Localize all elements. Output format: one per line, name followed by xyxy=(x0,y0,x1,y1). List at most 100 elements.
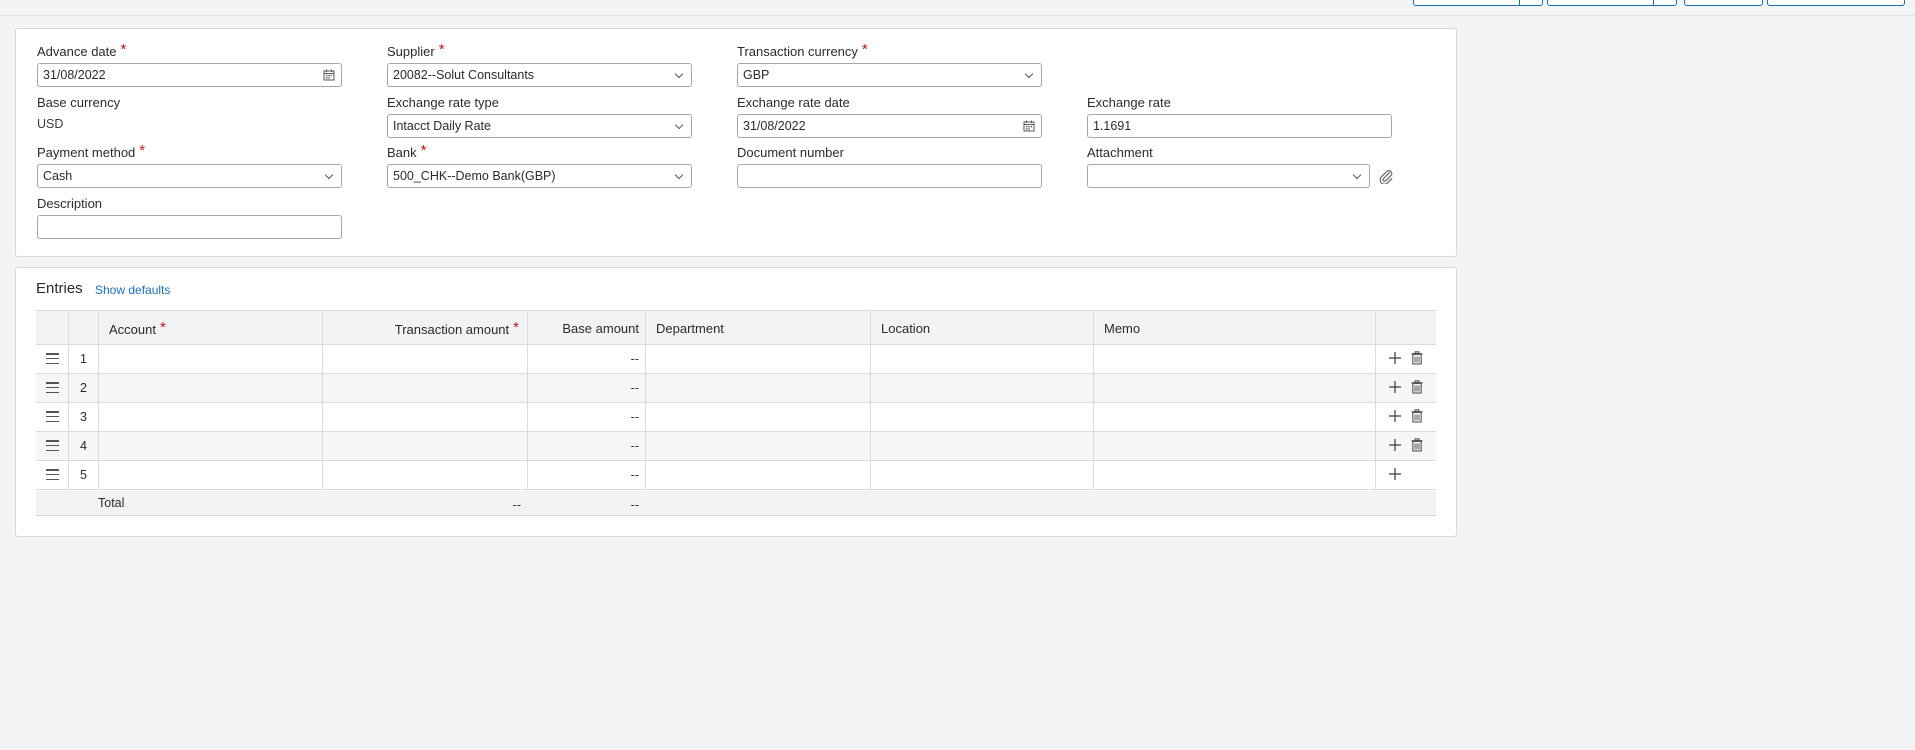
col-memo[interactable]: Memo xyxy=(1093,311,1375,344)
row-number: 3 xyxy=(80,410,87,424)
bank-select[interactable]: 500_CHK--Demo Bank(GBP) xyxy=(387,164,692,188)
department-cell[interactable] xyxy=(645,345,870,373)
delete-row-icon[interactable] xyxy=(1410,438,1424,452)
base-amount-value: -- xyxy=(630,439,639,453)
location-cell[interactable] xyxy=(870,461,1093,489)
attachment-select[interactable] xyxy=(1087,164,1370,188)
drag-handle-icon[interactable] xyxy=(46,469,59,481)
table-row: 5 -- xyxy=(36,461,1436,490)
memo-cell[interactable] xyxy=(1093,461,1375,489)
location-cell[interactable] xyxy=(870,345,1093,373)
toolbar-split-button-1[interactable] xyxy=(1413,0,1543,6)
supplier-select[interactable]: 20082--Solut Consultants xyxy=(387,63,692,87)
toolbar-button-3[interactable] xyxy=(1684,0,1763,6)
advance-date-label: Advance date xyxy=(37,44,117,59)
location-cell[interactable] xyxy=(870,403,1093,431)
calendar-icon[interactable] xyxy=(323,69,335,81)
exchange-rate-date-label: Exchange rate date xyxy=(737,95,850,110)
chevron-down-icon xyxy=(1352,170,1362,180)
supplier-field: Supplier * 20082--Solut Consultants xyxy=(387,42,692,87)
entries-title: Entries xyxy=(36,280,83,297)
exchange-rate-date-input[interactable]: 31/08/2022 xyxy=(737,114,1042,138)
col-transaction-amount[interactable]: Transaction amount * xyxy=(322,311,527,344)
base-amount-cell: -- xyxy=(527,345,645,373)
transaction-amount-cell[interactable] xyxy=(322,432,527,460)
transaction-currency-label: Transaction currency xyxy=(737,44,858,59)
attachment-label: Attachment xyxy=(1087,145,1153,160)
grid-header: Account * Transaction amount * Base amount… xyxy=(36,310,1436,345)
drag-handle-icon[interactable] xyxy=(46,382,59,394)
bank-label: Bank xyxy=(387,145,417,160)
add-row-icon[interactable] xyxy=(1388,438,1402,452)
show-defaults-link[interactable]: Show defaults xyxy=(95,283,170,297)
base-amount-cell: -- xyxy=(527,461,645,489)
account-cell[interactable] xyxy=(98,403,322,431)
exchange-rate-input[interactable]: 1.1691 xyxy=(1087,114,1392,138)
row-drag-handle[interactable] xyxy=(36,374,68,402)
base-amount-value: -- xyxy=(630,468,639,482)
col-location[interactable]: Location xyxy=(870,311,1093,344)
base-currency-field: Base currency USD xyxy=(37,95,121,131)
advance-date-input[interactable]: 31/08/2022 xyxy=(37,63,342,87)
table-row: 2 -- xyxy=(36,374,1436,403)
col-account[interactable]: Account * xyxy=(98,311,322,344)
row-drag-handle[interactable] xyxy=(36,461,68,489)
transaction-amount-cell[interactable] xyxy=(322,461,527,489)
toolbar-split-button-2[interactable] xyxy=(1547,0,1677,6)
department-cell[interactable] xyxy=(645,374,870,402)
add-row-icon[interactable] xyxy=(1388,409,1402,423)
paperclip-icon[interactable] xyxy=(1378,168,1394,184)
chevron-down-icon xyxy=(674,69,684,79)
col-department[interactable]: Department xyxy=(645,311,870,344)
add-row-icon[interactable] xyxy=(1388,467,1402,481)
department-cell[interactable] xyxy=(645,403,870,431)
exchange-rate-type-label: Exchange rate type xyxy=(387,95,500,110)
row-actions xyxy=(1375,461,1436,489)
row-drag-handle[interactable] xyxy=(36,432,68,460)
add-row-icon[interactable] xyxy=(1388,380,1402,394)
description-input[interactable] xyxy=(37,215,342,239)
memo-cell[interactable] xyxy=(1093,403,1375,431)
memo-cell[interactable] xyxy=(1093,374,1375,402)
transaction-amount-cell[interactable] xyxy=(322,403,527,431)
col-base-amount[interactable]: Base amount xyxy=(527,311,645,344)
location-cell[interactable] xyxy=(870,432,1093,460)
table-row: 3 -- xyxy=(36,403,1436,432)
add-row-icon[interactable] xyxy=(1388,351,1402,365)
total-label: Total xyxy=(98,496,125,510)
memo-cell[interactable] xyxy=(1093,345,1375,373)
toolbar-button-4[interactable] xyxy=(1767,0,1905,6)
calendar-icon[interactable] xyxy=(1023,120,1035,132)
delete-row-icon[interactable] xyxy=(1410,380,1424,394)
delete-row-icon[interactable] xyxy=(1410,351,1424,365)
payment-method-select[interactable]: Cash xyxy=(37,164,342,188)
top-toolbar xyxy=(0,0,1915,16)
exchange-rate-type-select[interactable]: Intacct Daily Rate xyxy=(387,114,692,138)
transaction-amount-cell[interactable] xyxy=(322,374,527,402)
row-actions xyxy=(1375,345,1436,373)
account-cell[interactable] xyxy=(98,461,322,489)
transaction-currency-select[interactable]: GBP xyxy=(737,63,1042,87)
row-drag-handle[interactable] xyxy=(36,403,68,431)
department-cell[interactable] xyxy=(645,461,870,489)
memo-cell[interactable] xyxy=(1093,432,1375,460)
drag-handle-icon[interactable] xyxy=(46,440,59,452)
account-cell[interactable] xyxy=(98,432,322,460)
drag-handle-icon[interactable] xyxy=(46,411,59,423)
delete-row-icon[interactable] xyxy=(1410,409,1424,423)
department-cell[interactable] xyxy=(645,432,870,460)
base-currency-label: Base currency xyxy=(37,95,121,110)
transaction-amount-cell[interactable] xyxy=(322,345,527,373)
description-field: Description xyxy=(37,196,342,239)
document-number-input[interactable] xyxy=(737,164,1042,188)
required-marker: * xyxy=(420,142,427,159)
row-number: 5 xyxy=(80,468,87,482)
account-cell[interactable] xyxy=(98,345,322,373)
row-drag-handle[interactable] xyxy=(36,345,68,373)
payment-method-label: Payment method xyxy=(37,145,136,160)
location-cell[interactable] xyxy=(870,374,1093,402)
account-cell[interactable] xyxy=(98,374,322,402)
row-number: 1 xyxy=(80,352,87,366)
base-amount-value: -- xyxy=(630,410,639,424)
drag-handle-icon[interactable] xyxy=(46,353,59,365)
